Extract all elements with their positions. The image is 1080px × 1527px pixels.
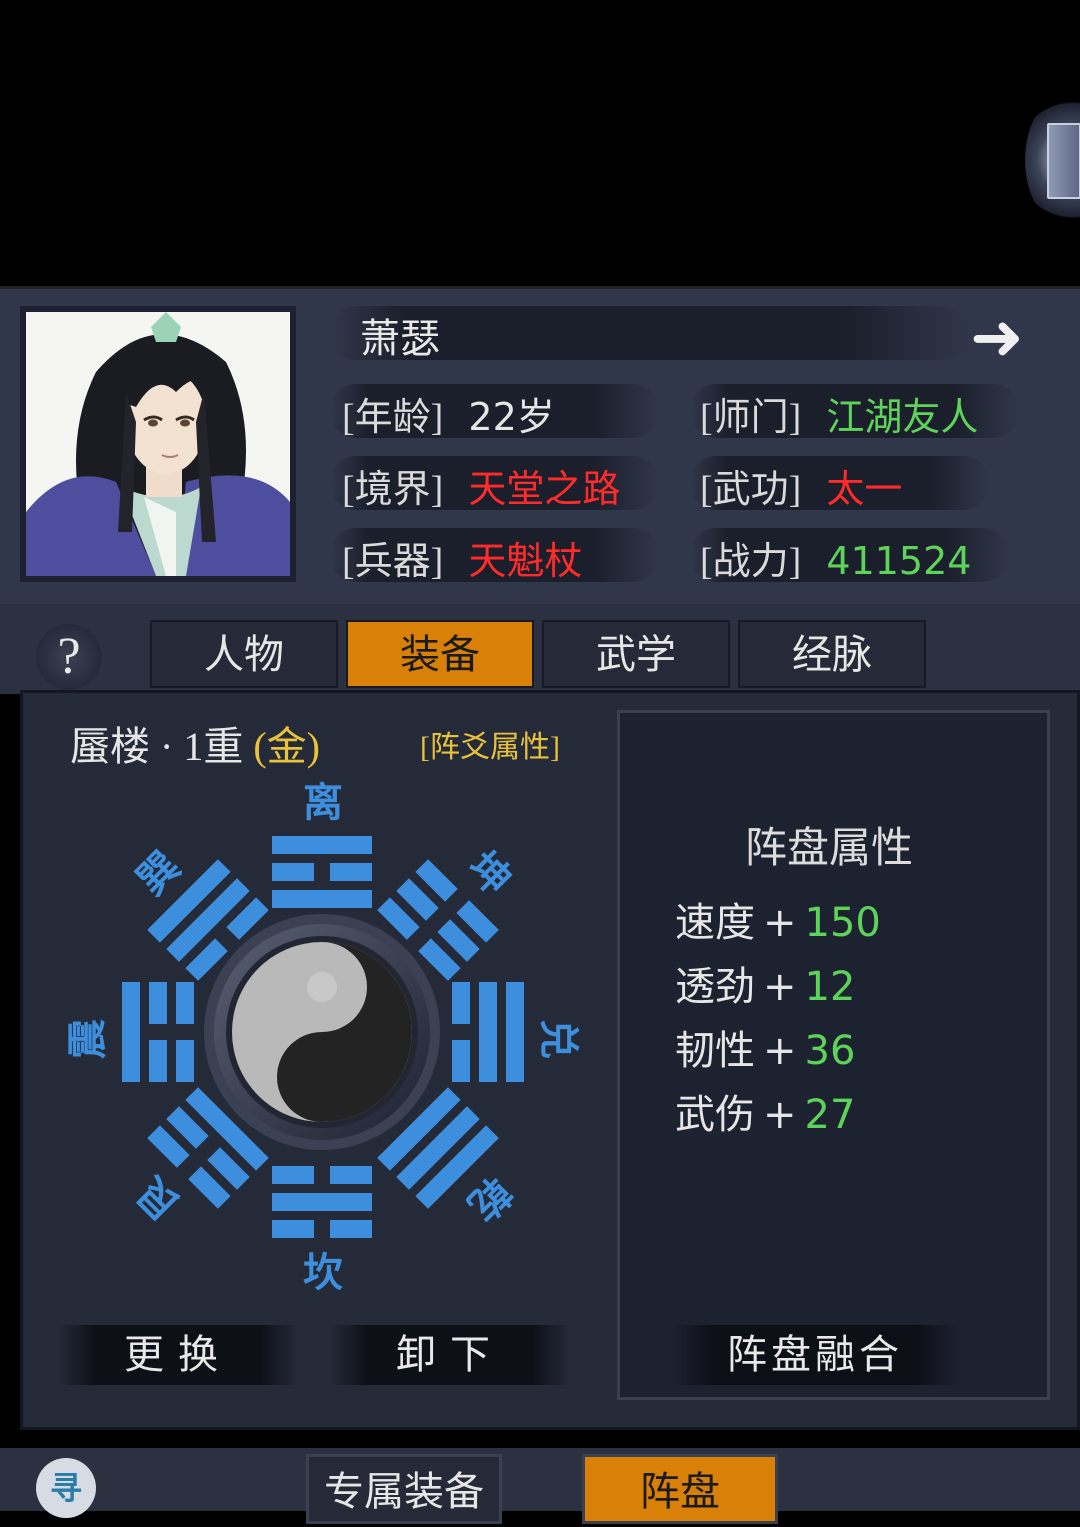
stat-row-toughness: 韧性 +36 [675,1018,855,1076]
info-row-realm: [境界] 天堂之路 [342,458,620,513]
stat-value: 27 [804,1092,856,1138]
trigram-label-li: 离 [303,780,343,825]
info-value: 天魁杖 [468,539,583,583]
stat-name: 韧性 [675,1028,755,1074]
trigram-label-dui: 兑 [536,1019,581,1059]
scroll-book-icon[interactable] [1025,95,1080,225]
stat-plus: + [763,964,797,1010]
character-name: 萧瑟 [360,316,440,362]
info-label: [年龄] [342,397,444,439]
trigram-zhen-icon [122,982,194,1082]
tab-formation-disk[interactable]: 阵盘 [582,1454,778,1524]
info-value: 江湖友人 [826,395,979,439]
fuse-formation-button[interactable]: 阵盘融合 [670,1325,960,1385]
stat-row-speed: 速度 +150 [675,890,881,948]
info-value: 天堂之路 [468,467,621,511]
tab-character[interactable]: 人物 [150,620,338,688]
tab-equipment[interactable]: 装备 [346,620,534,688]
stat-row-penetration: 透劲 +12 [675,954,855,1012]
info-row-age: [年龄] 22岁 [342,386,555,441]
info-row-power: [战力] 411524 [700,530,971,585]
next-arrow-icon[interactable]: ➜ [970,303,1024,373]
info-label: [境界] [342,469,444,511]
stat-value: 150 [804,900,881,946]
stat-name: 武伤 [675,1092,755,1138]
info-row-skill: [武功] 太一 [700,458,902,513]
trigram-li-icon [272,836,372,908]
yin-yang-icon [204,914,440,1150]
unload-button[interactable]: 卸下 [330,1325,570,1385]
info-label: [战力] [700,541,802,583]
tab-exclusive-equipment[interactable]: 专属装备 [306,1454,502,1524]
trigram-label-zhen: 震 [65,1019,110,1059]
character-portrait[interactable] [26,312,290,576]
tab-meridians[interactable]: 经脉 [738,620,926,688]
stat-value: 12 [804,964,856,1010]
stat-plus: + [763,900,797,946]
stat-plus: + [763,1092,797,1138]
panel-title: 阵盘属性 [745,826,914,872]
bottom-tab-bar [0,1448,1080,1511]
replace-button[interactable]: 更换 [58,1325,298,1385]
trigram-kan-icon [272,1166,372,1238]
stat-value: 36 [804,1028,856,1074]
portrait-image [26,312,290,576]
stat-plus: + [763,1028,797,1074]
tab-martial-arts[interactable]: 武学 [542,620,730,688]
info-row-sect: [师门] 江湖友人 [700,386,978,441]
info-value: 太一 [826,467,903,511]
stat-name: 透劲 [675,964,755,1010]
search-icon[interactable]: 寻 [36,1458,96,1518]
help-icon[interactable]: ? [36,624,102,690]
stat-row-martial-damage: 武伤 +27 [675,1082,855,1140]
trigram-dui-icon [452,982,524,1082]
stat-name: 速度 [675,900,755,946]
trigram-label-kan: 坎 [303,1250,343,1295]
info-value: 411524 [826,539,972,583]
info-label: [师门] [700,397,802,439]
info-label: [武功] [700,469,802,511]
info-value: 22岁 [468,395,555,439]
info-row-weapon: [兵器] 天魁杖 [342,530,582,585]
info-label: [兵器] [342,541,444,583]
